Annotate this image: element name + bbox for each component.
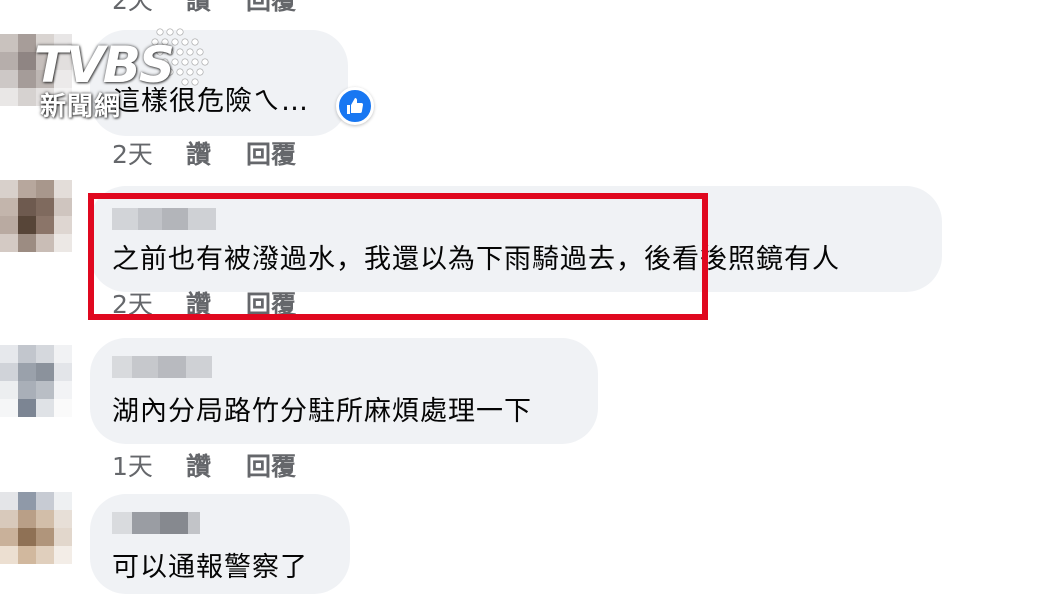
like-link[interactable]: 讚 (186, 140, 246, 170)
comment-actions: 2天 讚 回覆 (112, 0, 296, 16)
tvbs-watermark-logo: TVBS 新聞網 (30, 16, 220, 122)
avatar[interactable] (0, 345, 72, 417)
comment-bubble (90, 338, 598, 444)
like-link[interactable]: 讚 (186, 452, 246, 482)
avatar[interactable] (0, 492, 72, 564)
avatar[interactable] (0, 180, 72, 252)
highlight-box (88, 193, 708, 320)
reply-link[interactable]: 回覆 (246, 452, 296, 482)
comment-text: 湖內分局路竹分駐所麻煩處理一下 (112, 396, 532, 427)
like-badge[interactable] (336, 87, 374, 125)
author-name-blurred (112, 512, 200, 534)
comment-time: 2天 (112, 0, 153, 15)
reply-link[interactable]: 回覆 (246, 140, 296, 170)
author-name-blurred (112, 356, 212, 378)
comment-actions: 1天 讚 回覆 (112, 452, 296, 482)
reply-link[interactable]: 回覆 (246, 0, 296, 16)
comment-time: 2天 (112, 140, 153, 169)
thumbs-up-icon (347, 98, 364, 114)
comment-text: 可以通報警察了 (112, 552, 308, 583)
like-link[interactable]: 讚 (186, 0, 246, 16)
comment-actions: 2天 讚 回覆 (112, 140, 296, 170)
watermark-subtitle: 新聞網 (40, 92, 122, 122)
comment-time: 1天 (112, 452, 153, 481)
